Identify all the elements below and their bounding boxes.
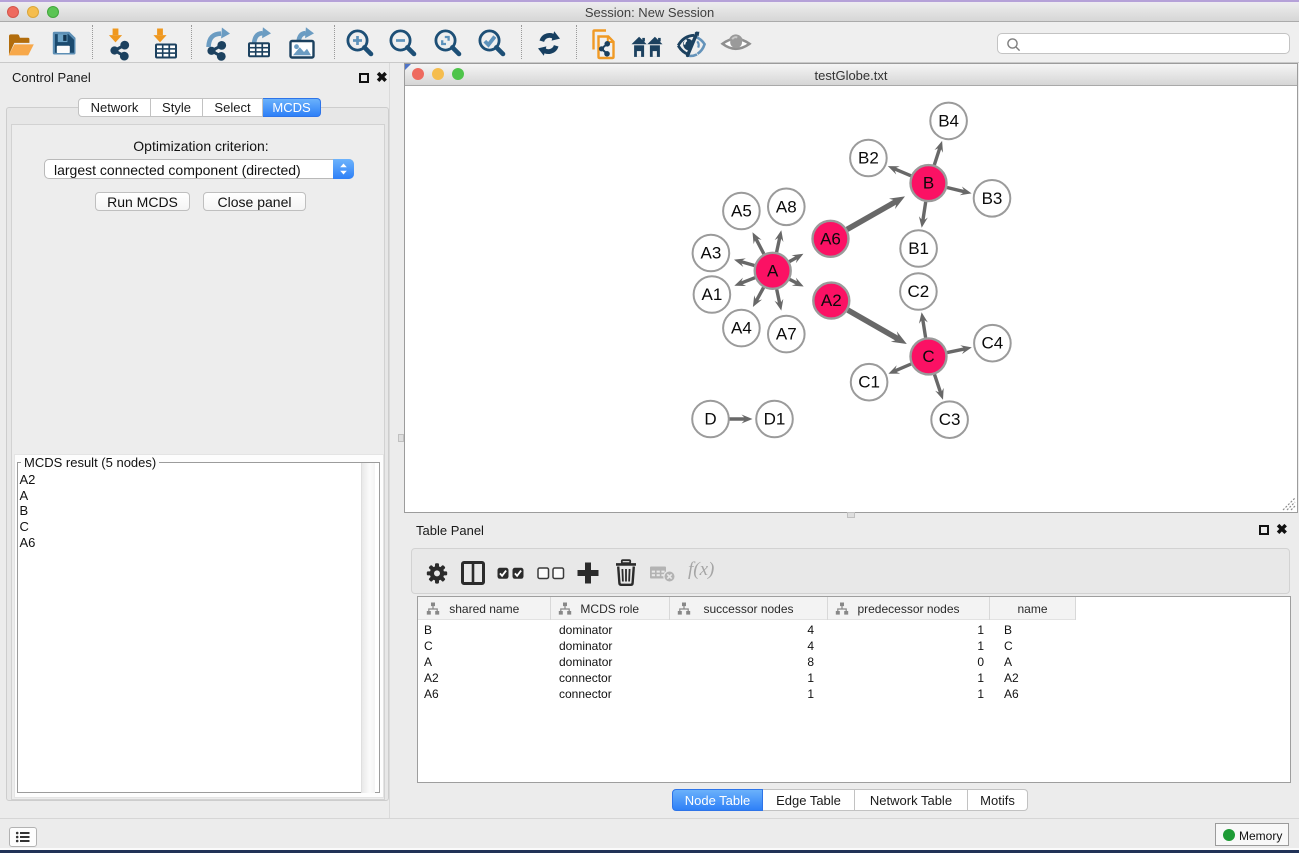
svg-text:C2: C2 bbox=[908, 282, 930, 301]
svg-text:B3: B3 bbox=[982, 189, 1003, 208]
svg-text:A5: A5 bbox=[731, 202, 752, 221]
svg-text:A7: A7 bbox=[776, 325, 797, 344]
svg-text:B1: B1 bbox=[908, 239, 929, 258]
svg-text:C: C bbox=[922, 347, 934, 366]
svg-text:B2: B2 bbox=[858, 149, 879, 168]
svg-text:A: A bbox=[767, 261, 779, 280]
svg-text:B4: B4 bbox=[938, 111, 959, 130]
svg-text:D1: D1 bbox=[764, 410, 786, 429]
svg-text:A2: A2 bbox=[821, 291, 842, 310]
svg-text:C3: C3 bbox=[939, 410, 961, 429]
svg-text:A3: A3 bbox=[701, 244, 722, 263]
svg-text:A6: A6 bbox=[820, 229, 841, 248]
svg-text:C1: C1 bbox=[858, 373, 880, 392]
svg-text:C4: C4 bbox=[982, 334, 1004, 353]
svg-text:A4: A4 bbox=[731, 319, 752, 338]
svg-text:B: B bbox=[923, 174, 934, 193]
svg-text:D: D bbox=[704, 410, 716, 429]
svg-text:A1: A1 bbox=[702, 285, 723, 304]
svg-text:A8: A8 bbox=[776, 197, 797, 216]
